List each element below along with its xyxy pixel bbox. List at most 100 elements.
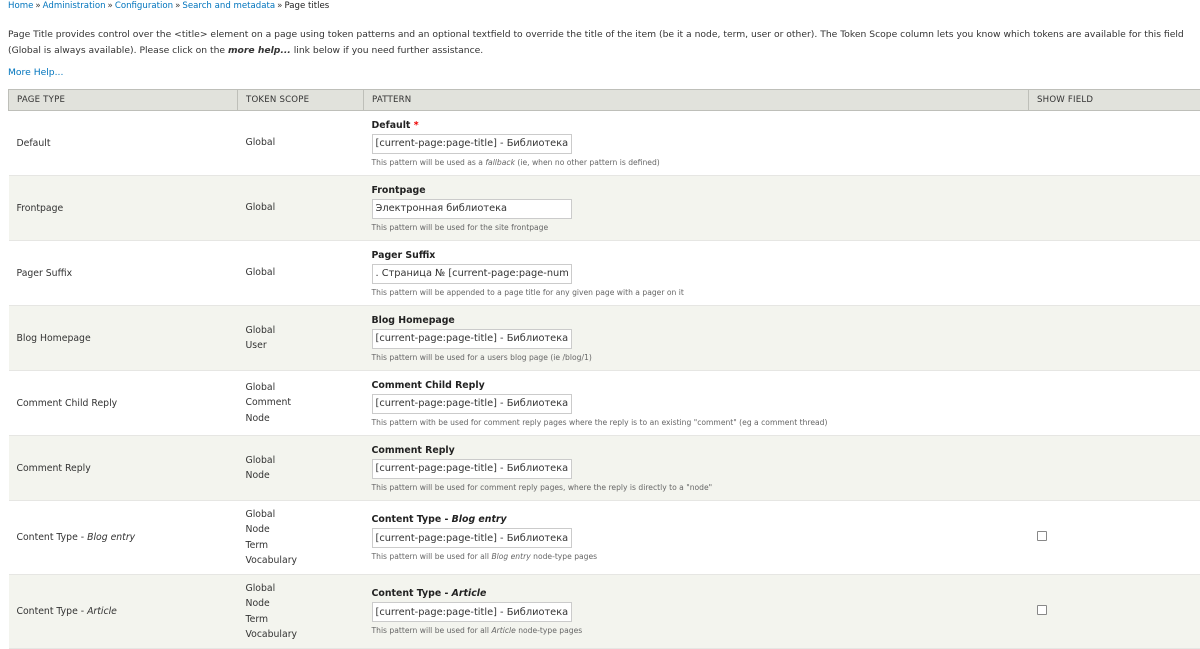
intro-text: Page Title provides control over the <ti… xyxy=(8,27,1196,59)
pattern-cell: Blog HomepageThis pattern will be used f… xyxy=(364,306,1029,371)
pattern-description-part: node-type pages xyxy=(531,552,597,561)
table-row: Comment Reply GlobalNode Comment Reply This… xyxy=(9,436,1200,501)
pattern-description: This pattern will be used for all Articl… xyxy=(372,626,1029,635)
page-type-cell: Frontpage xyxy=(9,176,238,241)
breadcrumb-link-search-metadata[interactable]: Search and metadata xyxy=(182,1,275,11)
pattern-label: Frontpage xyxy=(372,185,1029,196)
pattern-description: This pattern will be used as a fallback … xyxy=(372,158,1029,167)
header-pattern: PATTERN xyxy=(364,90,1029,111)
pattern-description-part: This pattern will be appended to a page … xyxy=(372,288,684,297)
page-type-cell: Default xyxy=(9,111,238,176)
pattern-input[interactable] xyxy=(372,329,572,349)
required-marker: * xyxy=(414,120,419,131)
token-scope-item: Node xyxy=(246,468,364,484)
token-scope-item: Global xyxy=(246,453,364,469)
pattern-input[interactable] xyxy=(372,394,572,414)
table-row: Content Type - Blog entryGlobalNodeTermV… xyxy=(9,501,1200,575)
intro-text-part1: Page Title provides control over the <ti… xyxy=(8,29,1184,56)
pattern-description-part: This pattern will be used for all xyxy=(372,552,492,561)
table-row: Pager Suffix GlobalPager SuffixThis patte… xyxy=(9,241,1200,306)
table-row: Blog HomepageGlobalUserBlog HomepageThis… xyxy=(9,306,1200,371)
breadcrumb-link-configuration[interactable]: Configuration xyxy=(115,1,173,11)
page-type-text: Pager Suffix xyxy=(17,268,73,279)
page-type-em: Blog entry xyxy=(87,532,135,543)
token-scope-item: Comment xyxy=(246,395,364,411)
pattern-description-part: This pattern will be used for comment re… xyxy=(372,483,713,492)
token-scope-cell: GlobalCommentNode xyxy=(238,371,364,436)
token-scope-cell: Global xyxy=(238,241,364,306)
breadcrumb-link-administration[interactable]: Administration xyxy=(43,1,106,11)
breadcrumb-link-home[interactable]: Home xyxy=(8,1,33,11)
pattern-description: This pattern will be used for comment re… xyxy=(372,483,1029,492)
token-scope-cell: Global xyxy=(238,176,364,241)
breadcrumb: Home»Administration»Configuration»Search… xyxy=(8,1,329,11)
pattern-description-part: This pattern will be used for a users bl… xyxy=(372,353,592,362)
pattern-label: Comment Child Reply xyxy=(372,380,1029,391)
pattern-label: Content Type - Blog entry xyxy=(372,514,1029,525)
pattern-description-part: node-type pages xyxy=(516,626,582,635)
pattern-description-part: Article xyxy=(491,626,515,635)
page-type-cell: Content Type - Article xyxy=(9,575,238,649)
header-show-field: SHOW FIELD xyxy=(1029,90,1200,111)
more-help-link[interactable]: More Help... xyxy=(8,67,63,78)
pattern-description-part: (ie, when no other pattern is defined) xyxy=(515,158,660,167)
intro-text-part2: link below if you need further assistanc… xyxy=(291,45,483,56)
token-scope-item: Term xyxy=(246,538,364,554)
pattern-description-part: This pattern will be used for all xyxy=(372,626,492,635)
token-scope-item: Global xyxy=(246,265,364,281)
token-scope-item: Global xyxy=(246,323,364,339)
page-type-cell: Comment Child Reply xyxy=(9,371,238,436)
table-row: DefaultGlobalDefault *This pattern will … xyxy=(9,111,1200,176)
pattern-label-text: Comment Child Reply xyxy=(372,380,485,391)
breadcrumb-separator: » xyxy=(175,1,180,11)
pattern-cell: Pager SuffixThis pattern will be appende… xyxy=(364,241,1029,306)
pattern-description-part: Blog entry xyxy=(491,552,530,561)
token-scope-cell: GlobalNodeTermVocabulary xyxy=(238,575,364,649)
pattern-cell: Content Type - ArticleThis pattern will … xyxy=(364,575,1029,649)
page-type-text: Comment Child Reply xyxy=(17,398,118,409)
pattern-description: This pattern will be used for the site f… xyxy=(372,223,1029,232)
show-field-cell xyxy=(1029,176,1200,241)
pattern-description: This pattern will be used for all Blog e… xyxy=(372,552,1029,561)
pattern-input[interactable] xyxy=(372,459,572,479)
breadcrumb-current: Page titles xyxy=(284,1,329,11)
table-row: Content Type - ArticleGlobalNodeTermVoca… xyxy=(9,575,1200,649)
page-type-text: Content Type - xyxy=(17,606,88,617)
page-type-cell: Content Type - Blog entry xyxy=(9,501,238,575)
show-field-checkbox[interactable] xyxy=(1037,605,1047,615)
show-field-cell xyxy=(1029,501,1200,575)
token-scope-item: Node xyxy=(246,411,364,427)
page-type-text: Comment Reply xyxy=(17,463,91,474)
pattern-label-text: Frontpage xyxy=(372,185,426,196)
breadcrumb-separator: » xyxy=(277,1,282,11)
page-type-text: Content Type - xyxy=(17,532,88,543)
show-field-cell xyxy=(1029,371,1200,436)
show-field-cell xyxy=(1029,111,1200,176)
header-token-scope: TOKEN SCOPE xyxy=(238,90,364,111)
breadcrumb-separator: » xyxy=(35,1,40,11)
pattern-input[interactable] xyxy=(372,602,572,622)
token-scope-item: Global xyxy=(246,581,364,597)
token-scope-cell: GlobalNode xyxy=(238,436,364,501)
token-scope-item: Global xyxy=(246,507,364,523)
page-type-text: Default xyxy=(17,138,51,149)
table-row: Frontpage Global Frontpage This pattern wil… xyxy=(9,176,1200,241)
pattern-cell: Content Type - Blog entryThis pattern wi… xyxy=(364,501,1029,575)
pattern-description-part: This pattern will be used as a xyxy=(372,158,486,167)
show-field-checkbox[interactable] xyxy=(1037,531,1047,541)
token-scope-item: User xyxy=(246,338,364,354)
pattern-description: This pattern with be used for comment re… xyxy=(372,418,1029,427)
pattern-label-text: Default xyxy=(372,120,411,131)
pattern-input[interactable] xyxy=(372,264,572,284)
pattern-label-text: Comment Reply xyxy=(372,445,455,456)
pattern-label-text: Content Type - xyxy=(372,514,452,525)
header-page-type: PAGE TYPE xyxy=(9,90,238,111)
token-scope-item: Global xyxy=(246,200,364,216)
pattern-label: Default * xyxy=(372,120,1029,131)
pattern-input[interactable] xyxy=(372,528,572,548)
pattern-description-part: fallback xyxy=(485,158,515,167)
pattern-input[interactable] xyxy=(372,134,572,154)
pattern-description: This pattern will be appended to a page … xyxy=(372,288,1029,297)
pattern-cell: Comment Child Reply This pattern with be … xyxy=(364,371,1029,436)
pattern-input[interactable] xyxy=(372,199,572,219)
